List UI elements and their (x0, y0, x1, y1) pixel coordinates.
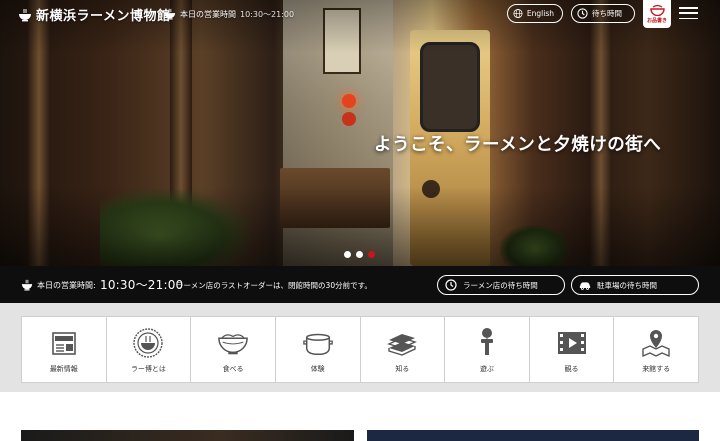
nav-label: 遊ぶ (479, 365, 494, 373)
nav-label: 来館する (642, 365, 671, 373)
nav-item-visit[interactable]: 来館する (614, 317, 698, 382)
ramen-bowl-icon (218, 334, 248, 355)
ramen-bowl-icon (19, 8, 31, 21)
globe-icon (513, 8, 523, 19)
nav-label: 知る (395, 365, 410, 373)
nav-item-watch[interactable]: 観る (530, 317, 615, 382)
raumen-emblem-icon (133, 328, 164, 358)
english-label: English (526, 9, 554, 18)
books-icon (387, 334, 418, 356)
hero-slider[interactable]: ようこそ、ラーメンと夕焼けの街へ (0, 0, 720, 266)
parking-wait-time-button[interactable]: 駐車場の待ち時間 (571, 275, 699, 295)
map-pin-icon (642, 330, 670, 358)
clock-icon (577, 8, 588, 19)
feature-card-right[interactable] (367, 430, 699, 441)
hours-value: 10:30～21:00 (100, 278, 184, 292)
nav-item-experience[interactable]: 体験 (276, 317, 361, 382)
hero-headline: ようこそ、ラーメンと夕焼けの街へ (374, 135, 662, 155)
nav-item-about[interactable]: ラー博とは (107, 317, 192, 382)
header-hours: 本日の営業時間 10:30～21:00 (164, 8, 294, 20)
nav-item-learn[interactable]: 知る (361, 317, 446, 382)
header-hours-value: 10:30～21:00 (240, 9, 295, 19)
hours-info-bar: 本日の営業時間: 10:30～21:00 ラーメン店のラストオーダーは、閉館時間… (0, 266, 720, 303)
ramen-wait-time-button[interactable]: ラーメン店の待ち時間 (437, 275, 565, 295)
nav-label: 最新情報 (49, 365, 78, 373)
okaki-label: お品書き (646, 18, 667, 24)
main-nav-section: 最新情報 ラー博とは 食べる 体験 知る 遊ぶ 観る 来館する (0, 303, 720, 392)
slider-dots (344, 251, 375, 258)
slider-dot-active[interactable] (368, 251, 375, 258)
wait-time-label: 待ち時間 (592, 9, 622, 18)
nav-label: ラー博とは (130, 365, 166, 373)
film-icon (557, 332, 586, 354)
kendama-icon (480, 328, 493, 355)
parking-wait-label: 駐車場の待ち時間 (597, 280, 657, 290)
nav-label: 観る (564, 365, 579, 373)
menu-okaki-button[interactable]: お品書き (643, 0, 671, 28)
ramen-bowl-icon (649, 4, 665, 16)
english-button[interactable]: English (507, 4, 563, 23)
ramen-bowl-icon (164, 8, 176, 20)
car-icon (579, 282, 591, 290)
hours-label: 本日の営業時間: (37, 281, 96, 290)
wait-time-button[interactable]: 待ち時間 (571, 4, 635, 23)
hamburger-menu-icon[interactable] (679, 7, 698, 19)
clock-icon (445, 279, 457, 291)
logo-text: 新横浜ラーメン博物館 (36, 9, 171, 24)
header-hours-label: 本日の営業時間 (180, 9, 236, 19)
last-order-note: ラーメン店のラストオーダーは、閉館時間の30分前です。 (176, 281, 372, 290)
pot-icon (302, 333, 333, 356)
page: ようこそ、ラーメンと夕焼けの街へ 新横浜ラーメン博物館 本日の営業時間 10:3… (0, 0, 720, 441)
nav-item-eat[interactable]: 食べる (191, 317, 276, 382)
slider-dot[interactable] (356, 251, 363, 258)
nav-item-play[interactable]: 遊ぶ (445, 317, 530, 382)
main-nav: 最新情報 ラー博とは 食べる 体験 知る 遊ぶ 観る 来館する (21, 316, 699, 383)
ramen-wait-label: ラーメン店の待ち時間 (463, 280, 538, 290)
nav-label: 体験 (310, 365, 325, 373)
news-icon (52, 332, 76, 355)
feature-card-left[interactable] (21, 430, 354, 441)
nav-label: 食べる (222, 365, 244, 373)
ramen-bowl-icon (21, 279, 33, 291)
slider-dot[interactable] (344, 251, 351, 258)
site-logo[interactable]: 新横浜ラーメン博物館 (18, 5, 170, 24)
nav-item-news[interactable]: 最新情報 (22, 317, 107, 382)
